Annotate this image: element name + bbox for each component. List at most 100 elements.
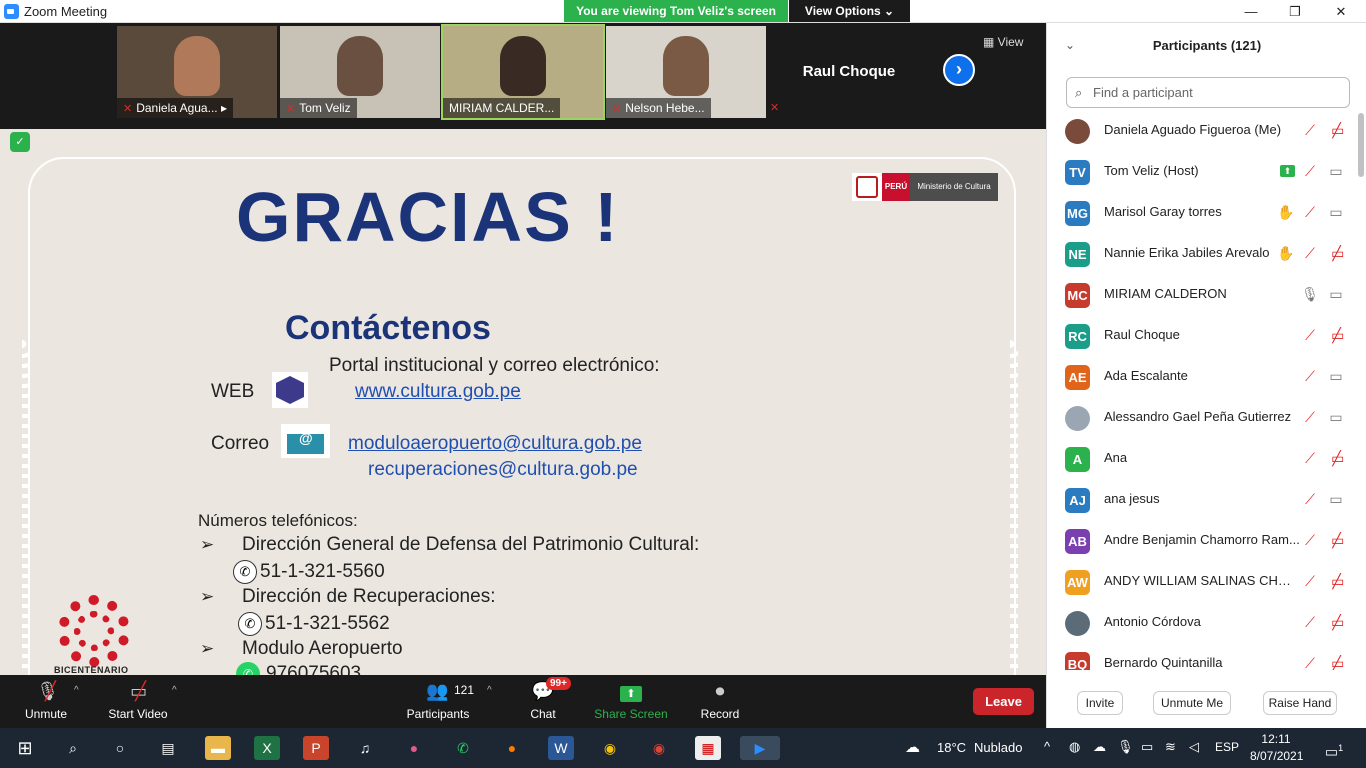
tray-overflow-icon[interactable]: ^ <box>1044 739 1050 754</box>
notifications-icon[interactable]: ▭1 <box>1322 736 1346 760</box>
raise-hand-button[interactable]: Raise Hand <box>1263 691 1337 715</box>
wifi-icon[interactable]: ≋ <box>1165 739 1176 755</box>
chrome-icon[interactable]: ◉ <box>597 736 623 760</box>
participant-row[interactable]: AE Ada Escalante ⟋ ▭ <box>1047 356 1357 397</box>
input-language[interactable]: ESP <box>1215 740 1239 754</box>
thumbnail-name: MIRIAM CALDER... <box>449 101 555 115</box>
taskbar-clock[interactable]: 12:11 8/07/2021 <box>1250 731 1303 765</box>
participant-row[interactable]: MG Marisol Garay torres ✋ ⟋ ▭ <box>1047 192 1357 233</box>
itunes-icon[interactable]: ♫ <box>352 736 378 760</box>
document-app-icon[interactable]: ▦ <box>695 736 721 760</box>
video-thumbnail-active-speaker[interactable]: MIRIAM CALDER... <box>441 24 605 120</box>
weather-text[interactable]: Nublado <box>974 740 1022 755</box>
participant-row[interactable]: AB Andre Benjamin Chamorro Ram... ⟋ ▭╱ <box>1047 520 1357 561</box>
file-explorer-icon[interactable]: ▬ <box>205 736 231 760</box>
participant-row[interactable]: BQ Bernardo Quintanilla ⟋ ▭╱ <box>1047 643 1357 670</box>
mic-muted-icon[interactable]: ⟋ <box>1301 655 1319 670</box>
participant-name: MIRIAM CALDERON <box>1104 286 1227 301</box>
tray-app-icon[interactable]: ◍ <box>1069 739 1080 755</box>
video-thumbnail[interactable]: ✕ Tom Veliz <box>280 26 440 118</box>
mic-muted-icon[interactable]: ⟋ <box>1301 122 1319 138</box>
video-thumbnail-name-only[interactable]: Raul Choque <box>770 26 928 118</box>
paint-icon[interactable]: ● <box>401 736 427 760</box>
participants-options-caret-icon[interactable]: ^ <box>487 685 492 696</box>
mic-muted-icon[interactable]: ⟋ <box>1301 450 1319 466</box>
participant-row[interactable]: NE Nannie Erika Jabiles Arevalo ✋ ⟋ ▭╱ <box>1047 233 1357 274</box>
whatsapp-icon[interactable]: ✆ <box>450 736 476 760</box>
participant-row[interactable]: AW ANDY WILLIAM SALINAS CHUM... ⟋ ▭╱ <box>1047 561 1357 602</box>
email-link[interactable]: moduloaeropuerto@cultura.gob.pe <box>348 433 642 455</box>
invite-button[interactable]: Invite <box>1077 691 1123 715</box>
share-screen-button[interactable]: ⬆ Share Screen <box>592 675 670 727</box>
next-page-arrow-icon[interactable]: › <box>943 54 975 86</box>
participant-row[interactable]: Daniela Aguado Figueroa (Me) ⟋ ▭╱ <box>1047 110 1357 151</box>
view-toggle-button[interactable]: ▦ View <box>983 35 1023 49</box>
participant-search-input[interactable]: ⌕ Find a participant <box>1066 77 1350 108</box>
chrome-profile-icon[interactable]: ◉ <box>646 736 672 760</box>
word-icon[interactable]: W <box>548 736 574 760</box>
participant-row[interactable]: MC MIRIAM CALDERON 🎙 ▭ <box>1047 274 1357 315</box>
encryption-shield-icon[interactable]: ✓ <box>10 132 30 152</box>
video-thumbnail[interactable]: ✕ Daniela Agua... ▸ <box>117 26 277 118</box>
participant-avatar <box>1065 611 1090 636</box>
unmute-me-button[interactable]: Unmute Me <box>1153 691 1231 715</box>
participant-row[interactable]: RC Raul Choque ⟋ ▭╱ <box>1047 315 1357 356</box>
participant-row[interactable]: AJ ana jesus ⟋ ▭ <box>1047 479 1357 520</box>
onedrive-icon[interactable]: ☁ <box>1093 739 1106 755</box>
web-label: WEB <box>211 381 255 402</box>
search-icon[interactable]: ⌕ <box>60 736 86 760</box>
participant-row[interactable]: Alessandro Gael Peña Gutierrez ⟋ ▭ <box>1047 397 1357 438</box>
bicentenario-logo: BICENTENARIO <box>52 591 138 675</box>
leave-button[interactable]: Leave <box>973 688 1034 715</box>
unmute-button[interactable]: 🎙╱ Unmute <box>20 675 72 727</box>
mic-muted-icon[interactable]: ⟋ <box>1301 368 1319 384</box>
microphone-icon[interactable]: 🎙 <box>1117 739 1134 755</box>
participant-row[interactable]: Antonio Córdova ⟋ ▭╱ <box>1047 602 1357 643</box>
mic-muted-icon[interactable]: ⟋ <box>1301 163 1319 179</box>
participant-avatar: A <box>1065 447 1090 472</box>
volume-icon[interactable]: ◁ <box>1189 739 1199 755</box>
excel-icon[interactable]: X <box>254 736 280 760</box>
video-options-caret-icon[interactable]: ^ <box>172 685 177 696</box>
firefox-icon[interactable]: ● <box>499 736 525 760</box>
close-button[interactable]: ✕ <box>1318 0 1364 23</box>
participant-row[interactable]: A Ana ⟋ ▭╱ <box>1047 438 1357 479</box>
powerpoint-icon[interactable]: P <box>303 736 329 760</box>
mic-muted-icon[interactable]: ⟋ <box>1301 532 1319 548</box>
mic-muted-icon[interactable]: ⟋ <box>1301 245 1319 261</box>
phone-numbers-heading: Números telefónicos: <box>198 511 358 530</box>
battery-icon[interactable]: ▭ <box>1141 739 1153 755</box>
thumbnail-name: Nelson Hebe... <box>625 101 705 115</box>
task-view-icon[interactable]: ▤ <box>155 736 181 760</box>
participant-row[interactable]: TV Tom Veliz (Host) ⬆ ⟋ ▭ <box>1047 151 1357 192</box>
mic-muted-icon[interactable]: ⟋ <box>1301 204 1319 220</box>
peru-coat-of-arms-icon <box>856 176 878 198</box>
mic-muted-icon[interactable]: ⟋ <box>1301 327 1319 343</box>
video-icon: ▭ <box>1329 491 1343 507</box>
weather-temp[interactable]: 18°C <box>937 740 966 755</box>
minimize-button[interactable]: — <box>1228 0 1274 23</box>
mic-muted-icon[interactable]: ⟋ <box>1301 573 1319 589</box>
start-video-button[interactable]: ▭╱ Start Video <box>104 675 172 727</box>
mic-muted-icon[interactable]: ⟋ <box>1301 491 1319 507</box>
view-options-button[interactable]: View Options ⌄ <box>789 0 910 22</box>
audio-options-caret-icon[interactable]: ^ <box>74 685 79 696</box>
maximize-button[interactable]: ❐ <box>1272 0 1318 23</box>
participant-avatar: NE <box>1065 242 1090 267</box>
mic-muted-icon: ✕ <box>286 103 296 115</box>
web-link[interactable]: www.cultura.gob.pe <box>355 381 521 403</box>
video-thumbnail[interactable]: ✕ Nelson Hebe... <box>606 26 766 118</box>
participant-avatar: AW <box>1065 570 1090 595</box>
participants-scrollbar[interactable] <box>1357 111 1365 671</box>
windows-start-icon[interactable]: ⊞ <box>12 736 38 760</box>
mic-muted-icon[interactable]: ⟋ <box>1301 614 1319 630</box>
notification-count: 1 <box>1338 743 1344 753</box>
participant-avatar: BQ <box>1065 652 1090 670</box>
mic-muted-icon[interactable]: ⟋ <box>1301 409 1319 425</box>
office-name: Dirección de Recuperaciones: <box>242 586 496 607</box>
bullet-arrow-icon: ➢ <box>200 639 215 658</box>
record-button[interactable]: ⏺ Record <box>697 675 743 727</box>
zoom-taskbar-icon[interactable]: ▶ <box>740 736 780 760</box>
mic-icon[interactable]: 🎙 <box>1301 286 1319 302</box>
cortana-icon[interactable]: ○ <box>107 736 133 760</box>
